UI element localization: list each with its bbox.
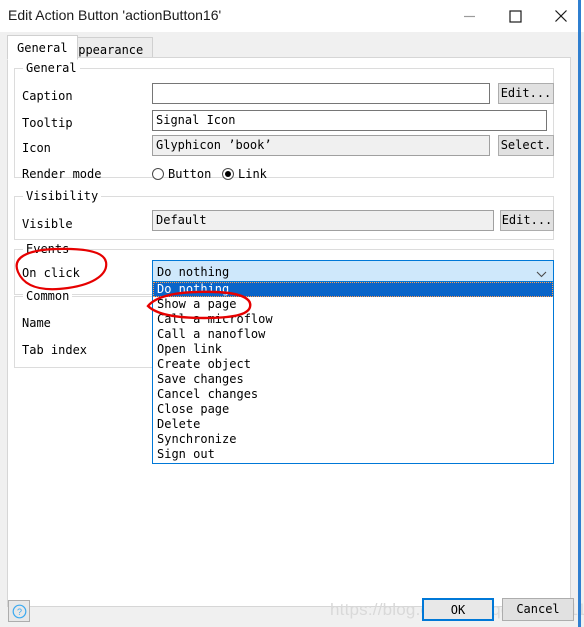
general-group-title: General: [23, 61, 80, 75]
help-button[interactable]: ?: [8, 600, 30, 622]
common-group-title: Common: [23, 289, 73, 303]
render-mode-label: Render mode: [22, 167, 102, 181]
dropdown-item[interactable]: Cancel changes: [153, 387, 553, 402]
tab-general[interactable]: General: [7, 35, 78, 60]
caption-input[interactable]: [152, 83, 490, 104]
ok-button[interactable]: OK: [422, 598, 494, 621]
render-mode-link-label: Link: [238, 167, 267, 181]
icon-select-button[interactable]: Select.: [498, 135, 554, 156]
on-click-combobox[interactable]: Do nothing: [152, 260, 554, 282]
dropdown-item[interactable]: Call a microflow: [153, 312, 553, 327]
dropdown-item[interactable]: Delete: [153, 417, 553, 432]
dropdown-item[interactable]: Do nothing: [153, 282, 553, 297]
on-click-dropdown-list[interactable]: Do nothing Show a page Call a microflow Cal…: [152, 282, 554, 464]
on-click-label: On click: [22, 266, 80, 280]
dropdown-item[interactable]: Call a nanoflow: [153, 327, 553, 342]
radio-checked-icon: [222, 168, 234, 180]
icon-label: Icon: [22, 141, 51, 155]
caption-edit-button[interactable]: Edit...: [498, 83, 554, 104]
dropdown-item[interactable]: Sign out: [153, 447, 553, 462]
dropdown-item[interactable]: Show a page: [153, 297, 553, 312]
visible-input[interactable]: Default: [152, 210, 494, 231]
tooltip-label: Tooltip: [22, 116, 73, 130]
on-click-selected-value: Do nothing: [157, 265, 230, 279]
title-bar: Edit Action Button 'actionButton16': [0, 0, 584, 32]
radio-unchecked-icon: [152, 168, 164, 180]
render-mode-radio-button[interactable]: Button: [152, 166, 211, 182]
dropdown-item[interactable]: Close page: [153, 402, 553, 417]
svg-text:?: ?: [16, 607, 21, 617]
tab-strip: General Appearance: [0, 32, 584, 60]
caption-label: Caption: [22, 89, 73, 103]
tab-appearance-label: Appearance: [71, 43, 144, 57]
icon-input[interactable]: Glyphicon ’book’: [152, 135, 490, 156]
visibility-group-title: Visibility: [23, 189, 102, 203]
events-group-title: Events: [23, 242, 73, 256]
render-mode-radio-link[interactable]: Link: [222, 166, 267, 182]
dropdown-item[interactable]: Synchronize: [153, 432, 553, 447]
visible-label: Visible: [22, 217, 73, 231]
window-edge-scrollbar[interactable]: [578, 0, 581, 627]
visible-edit-button[interactable]: Edit...: [500, 210, 554, 231]
dropdown-item[interactable]: Create object: [153, 357, 553, 372]
name-label: Name: [22, 316, 51, 330]
tooltip-input[interactable]: Signal Icon: [152, 110, 547, 131]
dropdown-item[interactable]: Open link: [153, 342, 553, 357]
question-mark-icon: ?: [12, 604, 26, 618]
cancel-button[interactable]: Cancel: [502, 598, 574, 621]
dropdown-item[interactable]: Save changes: [153, 372, 553, 387]
maximize-button[interactable]: [492, 0, 538, 32]
window-title: Edit Action Button 'actionButton16': [8, 7, 222, 23]
render-mode-button-label: Button: [168, 167, 212, 181]
edit-action-button-dialog: Edit Action Button 'actionButton16' Gene…: [0, 0, 584, 627]
chevron-down-icon: [536, 267, 547, 281]
minimize-button[interactable]: [446, 0, 492, 32]
tab-index-label: Tab index: [22, 343, 88, 357]
tab-general-label: General: [17, 41, 68, 55]
